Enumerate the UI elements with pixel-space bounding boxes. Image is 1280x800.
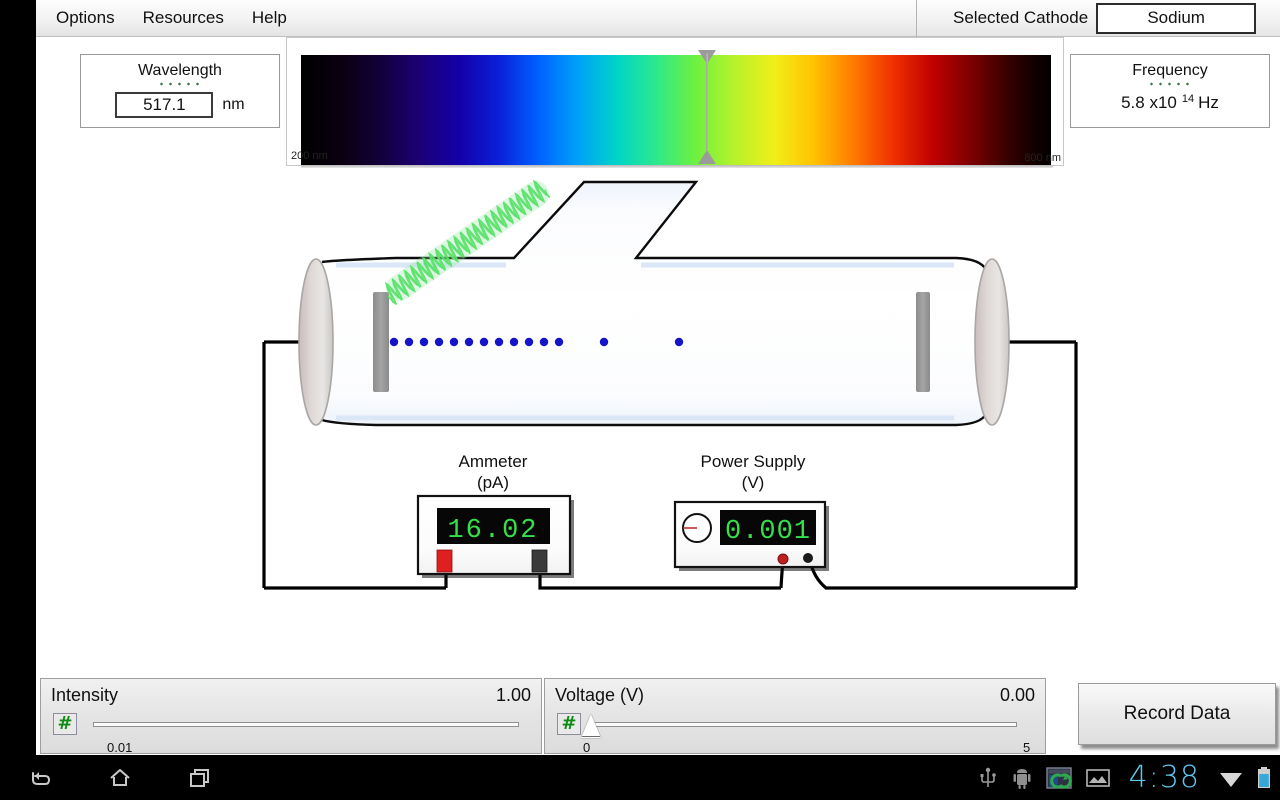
frequency-mantissa: 5.8 x10 <box>1121 93 1177 112</box>
voltage-min-label: 0 <box>583 740 591 755</box>
wavelength-slider-handle[interactable] <box>697 47 717 167</box>
electron-dot <box>464 337 474 347</box>
voltage-slider-body[interactable]: # 0 5 <box>545 710 1045 755</box>
screenshot-icon <box>1045 766 1073 790</box>
tube-left-cap <box>298 258 334 426</box>
electron-dot <box>404 337 414 347</box>
back-icon[interactable] <box>0 755 80 800</box>
bottom-control-bar: Intensity 1.00 # 0.01 1 Voltage (V) 0.00 <box>36 671 1280 755</box>
clock: 4:38 <box>1128 760 1200 795</box>
cathode-plate <box>373 292 389 392</box>
vacuum-tube <box>321 180 988 427</box>
menu-bar: Options Resources Help <box>36 0 916 37</box>
android-robot-icon <box>1011 766 1033 790</box>
electron-dot <box>479 337 489 347</box>
status-icons: 4:38 <box>977 755 1272 800</box>
battery-icon <box>1256 766 1272 790</box>
wavelength-row: 517.1 nm <box>115 92 245 118</box>
menu-help[interactable]: Help <box>240 6 299 30</box>
electron-dot <box>419 337 429 347</box>
power-supply-units: (V) <box>742 473 765 492</box>
hash-icon[interactable]: # <box>557 713 581 735</box>
electron-dot <box>539 337 549 347</box>
electron-dot <box>494 337 504 347</box>
frequency-underline-dots <box>1147 82 1193 86</box>
frequency-value-row: 5.8 x10 14 Hz <box>1121 93 1219 113</box>
ammeter: Ammeter (pA) 16.02 <box>416 452 574 578</box>
spectrum-max-label: 800 nm <box>1024 152 1061 164</box>
frequency-unit: Hz <box>1198 93 1219 112</box>
wavelength-panel: Wavelength 517.1 nm <box>80 54 280 128</box>
wavelength-underline-dots <box>157 82 203 86</box>
cathode-select[interactable]: Sodium <box>1096 2 1257 34</box>
voltage-track[interactable] <box>591 722 1017 727</box>
image-icon <box>1085 767 1111 789</box>
voltage-slider-panel: Voltage (V) 0.00 # 0 5 <box>544 678 1046 755</box>
electron-dot <box>599 337 609 347</box>
electron-dot <box>389 337 399 347</box>
electron-dot <box>434 337 444 347</box>
menu-options[interactable]: Options <box>44 6 127 30</box>
intensity-readout: 1.00 <box>495 684 531 705</box>
ammeter-positive-terminal <box>436 549 453 573</box>
electron-dot <box>509 337 519 347</box>
photoelectric-effect-app: Options Resources Help Selected Cathode … <box>36 0 1280 755</box>
frequency-exponent: 14 <box>1181 93 1195 105</box>
voltage-knob[interactable] <box>581 714 601 738</box>
power-supply-reading: 0.001 <box>725 517 811 547</box>
voltage-header: Voltage (V) 0.00 <box>545 679 1045 711</box>
intensity-slider-panel: Intensity 1.00 # 0.01 1 <box>40 678 569 755</box>
anode-plate <box>916 292 930 392</box>
cursor-bottom-triangle-icon <box>698 150 716 164</box>
ammeter-reading: 16.02 <box>447 516 538 546</box>
wifi-icon <box>1218 767 1244 789</box>
electron-dot <box>524 337 534 347</box>
cursor-stem <box>706 53 708 161</box>
electron-dot <box>449 337 459 347</box>
frequency-panel: Frequency 5.8 x10 14 Hz <box>1070 54 1270 128</box>
ammeter-title: Ammeter <box>459 452 528 471</box>
nav-buttons <box>0 755 240 800</box>
intensity-min-label: 0.01 <box>107 740 133 755</box>
screen: Options Resources Help Selected Cathode … <box>0 0 1280 800</box>
hash-icon[interactable]: # <box>53 713 77 735</box>
spectrum-gradient <box>301 55 1051 165</box>
intensity-track[interactable] <box>93 722 519 727</box>
wavelength-input[interactable]: 517.1 <box>115 92 214 118</box>
experiment-diagram: Ammeter (pA) 16.02 Power Supply (V) 0.00… <box>262 179 1078 590</box>
intensity-header: Intensity 1.00 <box>41 679 541 711</box>
ammeter-negative-terminal <box>531 549 548 573</box>
wavelength-unit: nm <box>222 96 245 113</box>
android-navigation-bar: 4:38 <box>0 755 1280 800</box>
home-icon[interactable] <box>80 755 160 800</box>
power-supply-positive-terminal <box>777 553 789 565</box>
menu-resources[interactable]: Resources <box>131 6 236 30</box>
voltage-max-label: 5 <box>1023 740 1031 755</box>
electron-dot <box>674 337 684 347</box>
frequency-title: Frequency <box>1132 62 1208 79</box>
intensity-slider-body[interactable]: # 0.01 1 <box>41 710 569 755</box>
electron-dot <box>554 337 564 347</box>
record-data-button[interactable]: Record Data <box>1078 683 1276 745</box>
usb-icon <box>977 766 999 790</box>
spectrum-bar[interactable] <box>301 55 1051 165</box>
recents-icon[interactable] <box>160 755 240 800</box>
power-supply-negative-terminal <box>803 553 813 563</box>
ammeter-units: (pA) <box>477 473 509 492</box>
cathode-label: Selected Cathode <box>953 8 1089 27</box>
tube-right-cap <box>974 258 1010 426</box>
power-supply-title: Power Supply <box>701 452 806 471</box>
wavelength-title: Wavelength <box>138 62 222 79</box>
power-supply: Power Supply (V) 0.001 <box>673 452 829 571</box>
spectrum-panel: 200 nm 800 nm <box>286 37 1064 168</box>
voltage-readout: 0.00 <box>999 684 1035 705</box>
intensity-label: Intensity <box>51 684 119 705</box>
spectrum-min-label: 200 nm <box>291 150 328 162</box>
cathode-selector-bar: Selected Cathode Sodium <box>916 0 1280 37</box>
voltage-label: Voltage (V) <box>555 684 645 705</box>
